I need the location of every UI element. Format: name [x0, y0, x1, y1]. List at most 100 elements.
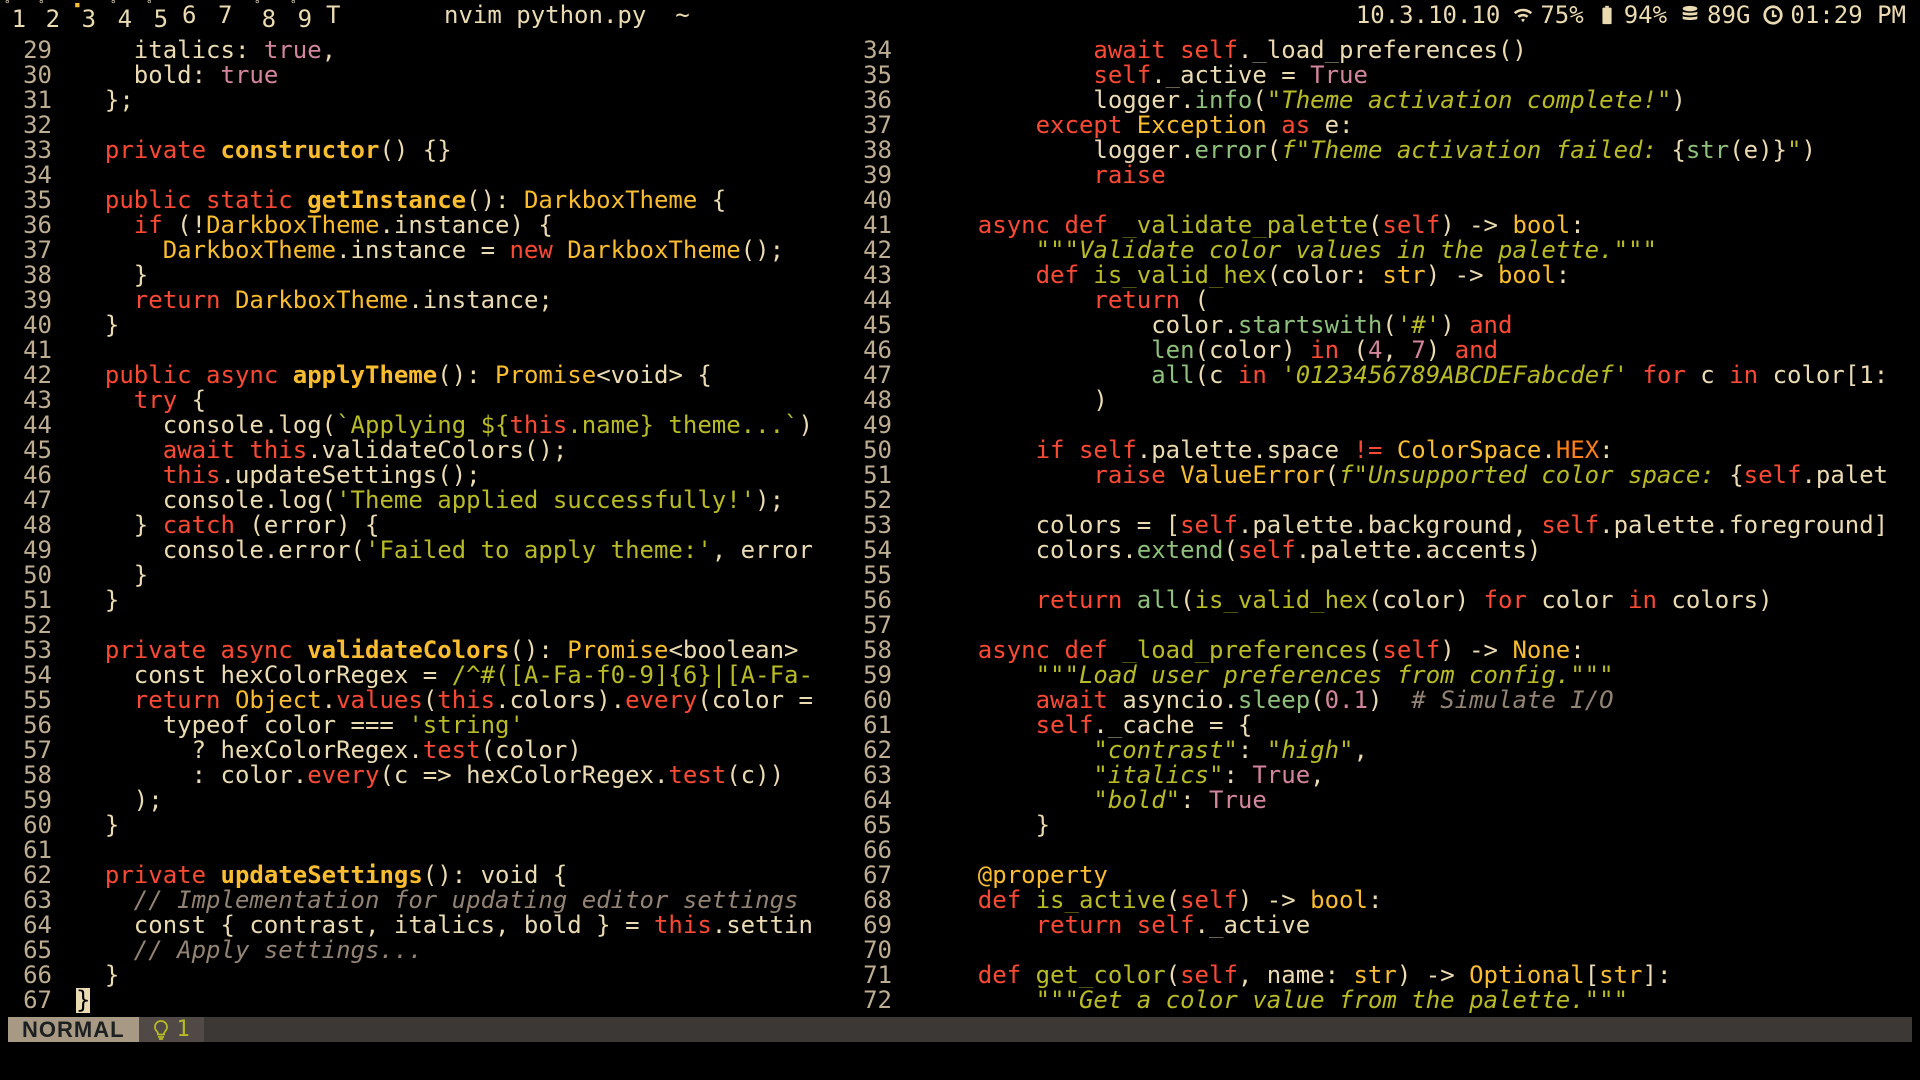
line-text[interactable]: } [52, 263, 826, 288]
line-text[interactable]: "bold": True [892, 788, 1920, 813]
line-text[interactable] [892, 563, 1920, 588]
line-text[interactable]: } [52, 563, 826, 588]
code-line[interactable]: 69 return self._active [836, 913, 1920, 938]
diagnostics-indicator[interactable]: 1 [138, 1017, 204, 1042]
code-line[interactable]: 48 ) [836, 388, 1920, 413]
code-line[interactable]: 38 logger.error(f"Theme activation faile… [836, 138, 1920, 163]
code-line[interactable]: 50 if self.palette.space != ColorSpace.H… [836, 438, 1920, 463]
code-line[interactable]: 64 "bold": True [836, 788, 1920, 813]
line-text[interactable]: bold: true [52, 63, 826, 88]
code-line[interactable]: 60 await asyncio.sleep(0.1) # Simulate I… [836, 688, 1920, 713]
code-line[interactable]: 58 async def _load_preferences(self) -> … [836, 638, 1920, 663]
code-line[interactable]: 60 } [0, 813, 830, 838]
line-text[interactable]: ? hexColorRegex.test(color) [52, 738, 826, 763]
line-text[interactable] [892, 188, 1920, 213]
line-text[interactable]: def is_valid_hex(color: str) -> bool: [892, 263, 1920, 288]
code-line[interactable]: 41 async def _validate_palette(self) -> … [836, 213, 1920, 238]
code-line[interactable]: 45 color.startswith('#') and [836, 313, 1920, 338]
code-line[interactable]: 49 [836, 413, 1920, 438]
code-line[interactable]: 61 [0, 838, 830, 863]
code-line[interactable]: 65 } [836, 813, 1920, 838]
line-text[interactable]: async def _load_preferences(self) -> Non… [892, 638, 1920, 663]
line-text[interactable]: this.updateSettings(); [52, 463, 826, 488]
code-line[interactable]: 48 } catch (error) { [0, 513, 830, 538]
code-line[interactable]: 57 ? hexColorRegex.test(color) [0, 738, 830, 763]
workspace-9[interactable]: °9 [290, 0, 312, 34]
code-line[interactable]: 37 DarkboxTheme.instance = new DarkboxTh… [0, 238, 830, 263]
workspace-7[interactable]: 7 [218, 0, 232, 30]
code-line[interactable]: 54 const hexColorRegex = /^#([A-Fa-f0-9]… [0, 663, 830, 688]
line-text[interactable]: async def _validate_palette(self) -> boo… [892, 213, 1920, 238]
code-line[interactable]: 49 console.error('Failed to apply theme:… [0, 538, 830, 563]
line-text[interactable]: return Object.values(this.colors).every(… [52, 688, 826, 713]
line-text[interactable]: // Implementation for updating editor se… [52, 888, 826, 913]
line-text[interactable]: : color.every(c => hexColorRegex.test(c)… [52, 763, 826, 788]
line-text[interactable]: ); [52, 788, 826, 813]
code-line[interactable]: 31 }; [0, 88, 830, 113]
code-line[interactable]: 51 } [0, 588, 830, 613]
line-text[interactable]: raise ValueError(f"Unsupported color spa… [892, 463, 1920, 488]
code-line[interactable]: 50 } [0, 563, 830, 588]
line-text[interactable]: logger.error(f"Theme activation failed: … [892, 138, 1920, 163]
code-line[interactable]: 34 [0, 163, 830, 188]
workspace-4[interactable]: °4 [110, 0, 132, 34]
line-text[interactable]: await self._load_preferences() [892, 38, 1920, 63]
line-text[interactable]: """Get a color value from the palette.""… [892, 988, 1920, 1013]
line-text[interactable]: } [892, 813, 1920, 838]
code-line[interactable]: 52 [0, 613, 830, 638]
code-line[interactable]: 51 raise ValueError(f"Unsupported color … [836, 463, 1920, 488]
code-line[interactable]: 44 return ( [836, 288, 1920, 313]
code-line[interactable]: 61 self._cache = { [836, 713, 1920, 738]
code-line[interactable]: 37 except Exception as e: [836, 113, 1920, 138]
workspace-1[interactable]: °1 [4, 0, 26, 34]
code-line[interactable]: 42 """Validate color values in the palet… [836, 238, 1920, 263]
line-text[interactable]: self._active = True [892, 63, 1920, 88]
line-text[interactable]: logger.info("Theme activation complete!"… [892, 88, 1920, 113]
code-line[interactable]: 72 """Get a color value from the palette… [836, 988, 1920, 1013]
line-text[interactable] [892, 488, 1920, 513]
code-line[interactable]: 67} [0, 988, 830, 1013]
workspace-8[interactable]: °8 [254, 0, 276, 34]
line-text[interactable] [52, 838, 826, 863]
line-text[interactable]: public static getInstance(): DarkboxThem… [52, 188, 826, 213]
code-line[interactable]: 39 raise [836, 163, 1920, 188]
code-line[interactable]: 44 console.log(`Applying ${this.name} th… [0, 413, 830, 438]
code-line[interactable]: 71 def get_color(self, name: str) -> Opt… [836, 963, 1920, 988]
code-line[interactable]: 63 // Implementation for updating editor… [0, 888, 830, 913]
code-line[interactable]: 46 this.updateSettings(); [0, 463, 830, 488]
code-line[interactable]: 43 try { [0, 388, 830, 413]
line-text[interactable] [52, 613, 826, 638]
line-text[interactable] [52, 113, 826, 138]
line-text[interactable] [52, 338, 826, 363]
line-text[interactable]: return all(is_valid_hex(color) for color… [892, 588, 1920, 613]
code-line[interactable]: 34 await self._load_preferences() [836, 38, 1920, 63]
line-text[interactable]: def is_active(self) -> bool: [892, 888, 1920, 913]
code-line[interactable]: 47 all(c in '0123456789ABCDEFabcdef' for… [836, 363, 1920, 388]
line-text[interactable] [52, 163, 826, 188]
line-text[interactable]: try { [52, 388, 826, 413]
workspace-5[interactable]: °5 [146, 0, 168, 34]
line-text[interactable]: "italics": True, [892, 763, 1920, 788]
line-text[interactable]: const { contrast, italics, bold } = this… [52, 913, 826, 938]
line-text[interactable]: } [52, 988, 826, 1013]
code-line[interactable]: 33 private constructor() {} [0, 138, 830, 163]
editor-pane-right[interactable]: 34 await self._load_preferences() 35 self… [836, 38, 1920, 1013]
workspace-T[interactable]: T [326, 0, 340, 30]
code-line[interactable]: 62 private updateSettings(): void { [0, 863, 830, 888]
code-line[interactable]: 54 colors.extend(self.palette.accents) [836, 538, 1920, 563]
line-text[interactable] [892, 838, 1920, 863]
line-text[interactable]: await asyncio.sleep(0.1) # Simulate I/O [892, 688, 1920, 713]
code-line[interactable]: 30 bold: true [0, 63, 830, 88]
code-line[interactable]: 68 def is_active(self) -> bool: [836, 888, 1920, 913]
code-line[interactable]: 52 [836, 488, 1920, 513]
code-line[interactable]: 40 } [0, 313, 830, 338]
line-text[interactable]: console.error('Failed to apply theme:', … [52, 538, 826, 563]
line-text[interactable]: colors.extend(self.palette.accents) [892, 538, 1920, 563]
line-text[interactable]: if self.palette.space != ColorSpace.HEX: [892, 438, 1920, 463]
line-text[interactable]: DarkboxTheme.instance = new DarkboxTheme… [52, 238, 826, 263]
code-line[interactable]: 62 "contrast": "high", [836, 738, 1920, 763]
code-line[interactable]: 41 [0, 338, 830, 363]
code-line[interactable]: 65 // Apply settings... [0, 938, 830, 963]
code-line[interactable]: 55 [836, 563, 1920, 588]
line-text[interactable]: all(c in '0123456789ABCDEFabcdef' for c … [892, 363, 1920, 388]
